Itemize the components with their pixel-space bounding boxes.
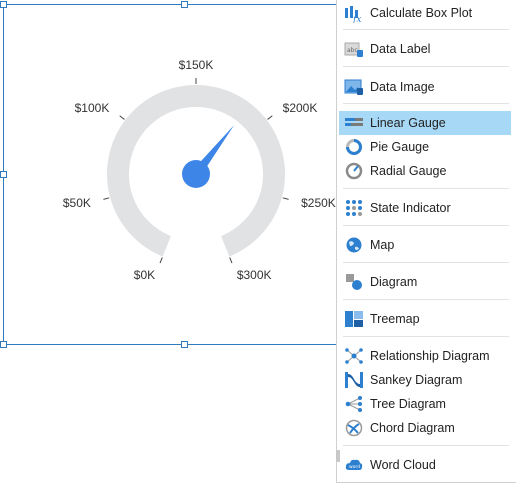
radial-gauge-icon	[344, 161, 364, 181]
gauge-tick-label: $250K	[301, 196, 336, 210]
menu-item-label: Map	[370, 238, 395, 252]
relationship-diagram-icon	[344, 346, 364, 366]
gauge-tick	[159, 257, 163, 264]
menu-item-label: Diagram	[370, 275, 418, 289]
menu-item-linear-gauge[interactable]: Linear Gauge	[339, 111, 511, 135]
gauge-tick-label: $300K	[237, 268, 272, 282]
menu-item-label: Radial Gauge	[370, 164, 447, 178]
menu-separator	[343, 188, 509, 189]
pie-gauge-icon	[344, 137, 364, 157]
radial-gauge-chart: $0K $50K $100K $150K $200K $250K $300K	[63, 58, 336, 282]
gauge-tick-label: $100K	[75, 101, 110, 115]
state-indicator-icon	[344, 198, 364, 218]
menu-item-data-label[interactable]: abc Data Label	[339, 37, 511, 61]
menu-item-map[interactable]: Map	[339, 233, 511, 257]
menu-item-diagram[interactable]: Diagram	[339, 270, 511, 294]
menu-item-label: Linear Gauge	[370, 116, 446, 130]
menu-item-label: Data Label	[370, 42, 431, 56]
chord-diagram-icon	[344, 418, 364, 438]
gauge-tick-label: $50K	[63, 196, 91, 210]
svg-text:abc: abc	[347, 47, 358, 54]
menu-item-tree-diagram[interactable]: Tree Diagram	[339, 392, 511, 416]
box-plot-icon: fx	[344, 3, 364, 25]
menu-item-radial-gauge[interactable]: Radial Gauge	[339, 159, 511, 183]
tree-diagram-icon	[344, 394, 364, 414]
visualization-type-menu: fx Calculate Box Plot abc Data Label Data Im…	[336, 0, 516, 483]
treemap-icon	[344, 309, 364, 329]
menu-edge-marker	[336, 450, 340, 462]
menu-item-treemap[interactable]: Treemap	[339, 307, 511, 331]
gauge-tick	[119, 115, 125, 120]
gauge-tick-label: $150K	[179, 58, 214, 72]
data-label-icon: abc	[344, 39, 364, 59]
menu-item-word-cloud[interactable]: word Word Cloud	[339, 453, 511, 477]
data-image-icon	[344, 77, 364, 97]
gauge-tick	[103, 197, 110, 200]
svg-text:fx: fx	[352, 15, 361, 23]
word-cloud-icon: word	[344, 455, 364, 475]
menu-separator	[343, 336, 509, 337]
gauge-tick	[229, 257, 233, 264]
menu-item-label: Treemap	[370, 312, 420, 326]
menu-separator	[343, 66, 509, 67]
gauge-needle-hub	[182, 160, 210, 188]
gauge-tick	[282, 197, 289, 200]
menu-item-relationship-diagram[interactable]: Relationship Diagram	[339, 344, 511, 368]
menu-separator	[343, 103, 509, 104]
gauge-tick	[267, 115, 273, 120]
gauge-tick-label: $200K	[283, 101, 318, 115]
menu-item-calculate-box-plot[interactable]: fx Calculate Box Plot	[339, 1, 511, 25]
menu-item-label: Calculate Box Plot	[370, 6, 473, 20]
menu-separator	[343, 262, 509, 263]
menu-item-label: Tree Diagram	[370, 397, 446, 411]
menu-item-label: State Indicator	[370, 201, 451, 215]
menu-item-pie-gauge[interactable]: Pie Gauge	[339, 135, 511, 159]
sankey-diagram-icon	[344, 370, 364, 390]
gauge-tick-label: $0K	[134, 268, 155, 282]
linear-gauge-icon	[344, 113, 364, 133]
menu-separator	[343, 299, 509, 300]
menu-item-label: Pie Gauge	[370, 140, 430, 154]
menu-item-label: Relationship Diagram	[370, 349, 490, 363]
menu-item-label: Sankey Diagram	[370, 373, 463, 387]
svg-text:word: word	[349, 464, 360, 470]
menu-separator	[343, 225, 509, 226]
menu-item-chord-diagram[interactable]: Chord Diagram	[339, 416, 511, 440]
menu-item-label: Word Cloud	[370, 458, 436, 472]
menu-item-state-indicator[interactable]: State Indicator	[339, 196, 511, 220]
menu-separator	[343, 29, 509, 30]
menu-separator	[343, 445, 509, 446]
map-icon	[344, 235, 364, 255]
menu-item-data-image[interactable]: Data Image	[339, 75, 511, 99]
menu-item-label: Chord Diagram	[370, 421, 455, 435]
diagram-icon	[344, 272, 364, 292]
menu-item-label: Data Image	[370, 80, 435, 94]
menu-item-sankey-diagram[interactable]: Sankey Diagram	[339, 368, 511, 392]
